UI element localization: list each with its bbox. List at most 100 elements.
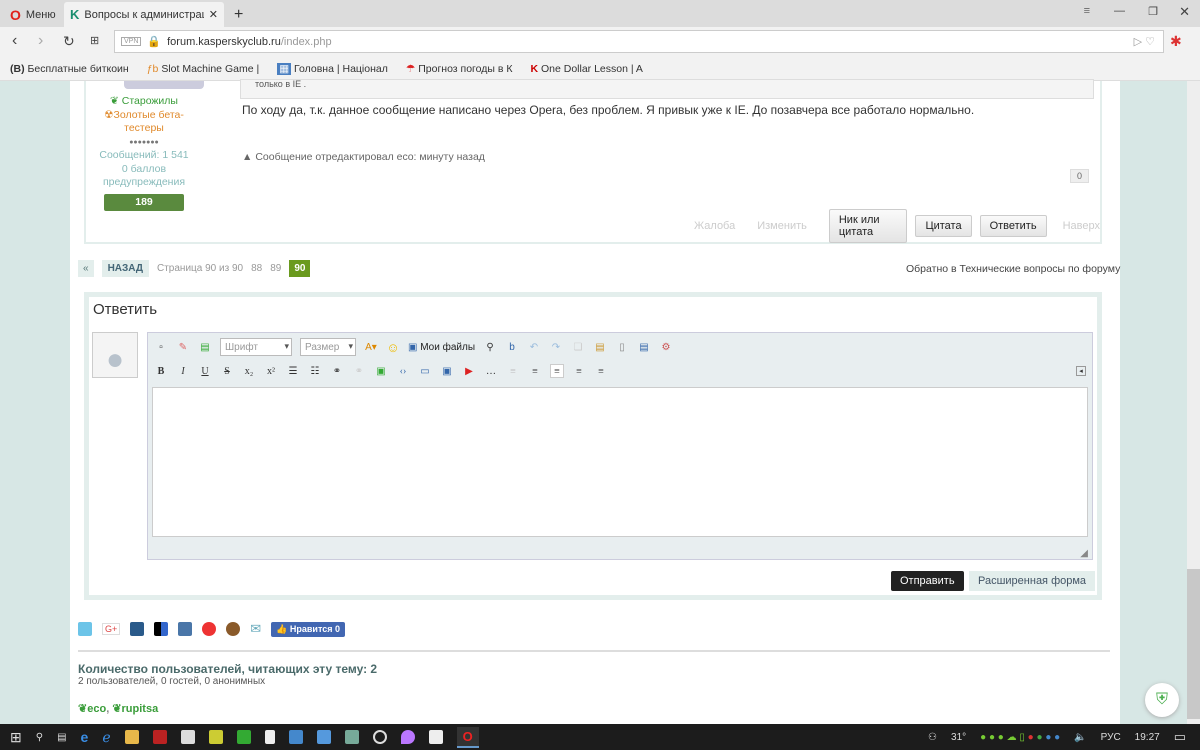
start-icon[interactable]: ⊞ — [10, 729, 22, 746]
back-icon[interactable]: ‹ — [12, 32, 17, 50]
url-input[interactable]: VPN 🔒 forum.kasperskyclub.ru/index.php ▷… — [114, 30, 1164, 53]
spoiler-icon[interactable]: … — [484, 364, 498, 378]
indent-icon[interactable]: ≡ — [528, 364, 542, 378]
delicious-icon[interactable] — [154, 622, 169, 636]
back-button[interactable]: НАЗАД — [101, 260, 149, 277]
subscript-icon[interactable]: x₂ — [242, 364, 256, 378]
restore-icon[interactable]: ❐ — [1148, 5, 1158, 18]
author-group[interactable]: ❦ Старожилы — [86, 95, 202, 109]
reload-icon[interactable]: ↻ — [63, 33, 75, 50]
send-heart-icons[interactable]: ▷ ♡ — [1134, 35, 1155, 48]
adguard-shield-icon[interactable]: ⛨ — [1145, 683, 1179, 717]
bookmark[interactable]: K One Dollar Lesson | A — [530, 63, 642, 75]
weather-temp[interactable]: 31° — [951, 732, 966, 743]
calculator-icon[interactable] — [264, 730, 275, 744]
italic-icon[interactable]: I — [176, 364, 190, 378]
code-icon[interactable]: ‹› — [396, 364, 410, 378]
resize-handle-icon[interactable]: ◢ — [1080, 548, 1088, 559]
reply-button[interactable]: Ответить — [979, 215, 1047, 237]
tab-menu-icon[interactable]: ≡ — [1084, 5, 1090, 17]
app-icon[interactable] — [372, 730, 387, 744]
volume-icon[interactable]: 🔈 — [1074, 732, 1086, 743]
paste-icon[interactable]: ▤ — [593, 340, 607, 354]
bookmark[interactable]: ƒb Slot Machine Game | — [147, 63, 259, 75]
aida64-icon[interactable] — [152, 730, 167, 744]
user-link[interactable]: ❦eco — [78, 703, 106, 715]
digg-icon[interactable] — [130, 622, 145, 636]
page-link[interactable]: 89 — [270, 263, 281, 274]
advanced-form-button[interactable]: Расширенная форма — [969, 571, 1096, 591]
media-icon[interactable]: ▣ — [440, 364, 454, 378]
my-files-button[interactable]: ▣ Мои файлы — [408, 342, 475, 353]
size-select[interactable]: Размер — [300, 338, 356, 356]
align-left-icon[interactable]: ≡ — [550, 364, 564, 378]
undo-icon[interactable]: ↶ — [527, 340, 541, 354]
forward-icon[interactable]: › — [38, 32, 43, 50]
paste-word-icon[interactable]: ▤ — [637, 340, 651, 354]
underline-icon[interactable]: U — [198, 364, 212, 378]
vk-icon[interactable] — [178, 622, 193, 636]
source-icon[interactable]: ▫ — [154, 340, 168, 354]
bookmark[interactable]: ☂ Прогноз погоды в К — [406, 63, 513, 75]
submit-button[interactable]: Отправить — [891, 571, 964, 591]
table-icon[interactable]: ▤ — [198, 340, 212, 354]
tray-icons[interactable]: ● ● ● ☁ ▯ ● ● ● ● — [980, 732, 1060, 743]
explorer-icon[interactable] — [124, 730, 139, 744]
edit-link[interactable]: Изменить — [757, 220, 807, 232]
minimize-icon[interactable]: — — [1114, 5, 1125, 17]
bullet-list-icon[interactable]: ☰ — [286, 364, 300, 378]
font-select[interactable]: Шрифт — [220, 338, 292, 356]
google-plus-icon[interactable]: G+ — [102, 623, 121, 635]
edge-icon[interactable]: e — [81, 729, 89, 745]
task-view-icon[interactable]: ▤ — [57, 732, 66, 743]
find-icon[interactable]: ⚲ — [483, 340, 497, 354]
app-icon[interactable] — [288, 730, 303, 744]
vpn-badge[interactable]: VPN — [121, 37, 142, 46]
outdent-icon[interactable]: ≡ — [506, 364, 520, 378]
ie-icon[interactable]: ℯ — [102, 729, 110, 746]
clock[interactable]: 19:27 — [1135, 732, 1160, 743]
nick-quote-button[interactable]: Ник или цитата — [828, 209, 908, 243]
align-right-icon[interactable]: ≡ — [594, 364, 608, 378]
smiley-icon[interactable]: ☺ — [386, 340, 400, 355]
top-link[interactable]: Наверх — [1063, 220, 1100, 232]
app-icon[interactable] — [316, 730, 331, 744]
back-to-forum-link[interactable]: Обратно в Технические вопросы по форуму — [906, 263, 1120, 275]
spellcheck-icon[interactable]: ⚙ — [659, 340, 673, 354]
scrollbar[interactable] — [1187, 81, 1200, 724]
copy-icon[interactable]: ❏ — [571, 340, 585, 354]
speed-dial-icon[interactable]: ⊞ — [90, 34, 99, 47]
new-tab-button[interactable]: + — [228, 2, 249, 27]
bold-icon[interactable]: B — [154, 364, 168, 378]
close-tab-icon[interactable]: ✕ — [209, 8, 218, 21]
search-icon[interactable]: ⚲ — [36, 732, 43, 743]
twitter-icon[interactable] — [78, 622, 92, 636]
report-link[interactable]: Жалоба — [694, 220, 735, 232]
store-icon[interactable] — [180, 730, 195, 744]
mail-ru-icon[interactable] — [202, 622, 217, 636]
rep-count[interactable]: 0 — [1070, 169, 1090, 183]
odnoklassniki-icon[interactable] — [226, 622, 241, 636]
app-icon[interactable] — [236, 730, 251, 744]
superscript-icon[interactable]: x² — [264, 364, 278, 378]
unlink-icon[interactable]: ⚭ — [352, 364, 366, 378]
paste-text-icon[interactable]: ▯ — [615, 340, 629, 354]
bookmark[interactable]: ▦ Головна | Націонал — [277, 62, 388, 75]
app-icon[interactable] — [208, 730, 223, 744]
language-indicator[interactable]: РУС — [1101, 732, 1121, 743]
notifications-icon[interactable]: ▭ — [1174, 729, 1186, 745]
bookmark[interactable]: (B) Бесплатные биткоин — [10, 63, 129, 75]
eraser-icon[interactable]: ✎ — [176, 340, 190, 354]
app-icon[interactable] — [344, 730, 359, 744]
image-icon[interactable]: ▣ — [374, 364, 388, 378]
redo-icon[interactable]: ↷ — [549, 340, 563, 354]
align-center-icon[interactable]: ≡ — [572, 364, 586, 378]
tab-active[interactable]: K Вопросы к администраци ✕ — [64, 2, 224, 27]
quote-button[interactable]: Цитата — [915, 215, 972, 237]
extension-icon[interactable]: ✱ — [1170, 33, 1182, 50]
maps-icon[interactable] — [400, 730, 415, 744]
replace-icon[interactable]: b — [505, 340, 519, 354]
page-link[interactable]: 88 — [251, 263, 262, 274]
first-page-button[interactable]: « — [78, 260, 94, 277]
message-textarea[interactable] — [152, 387, 1088, 537]
